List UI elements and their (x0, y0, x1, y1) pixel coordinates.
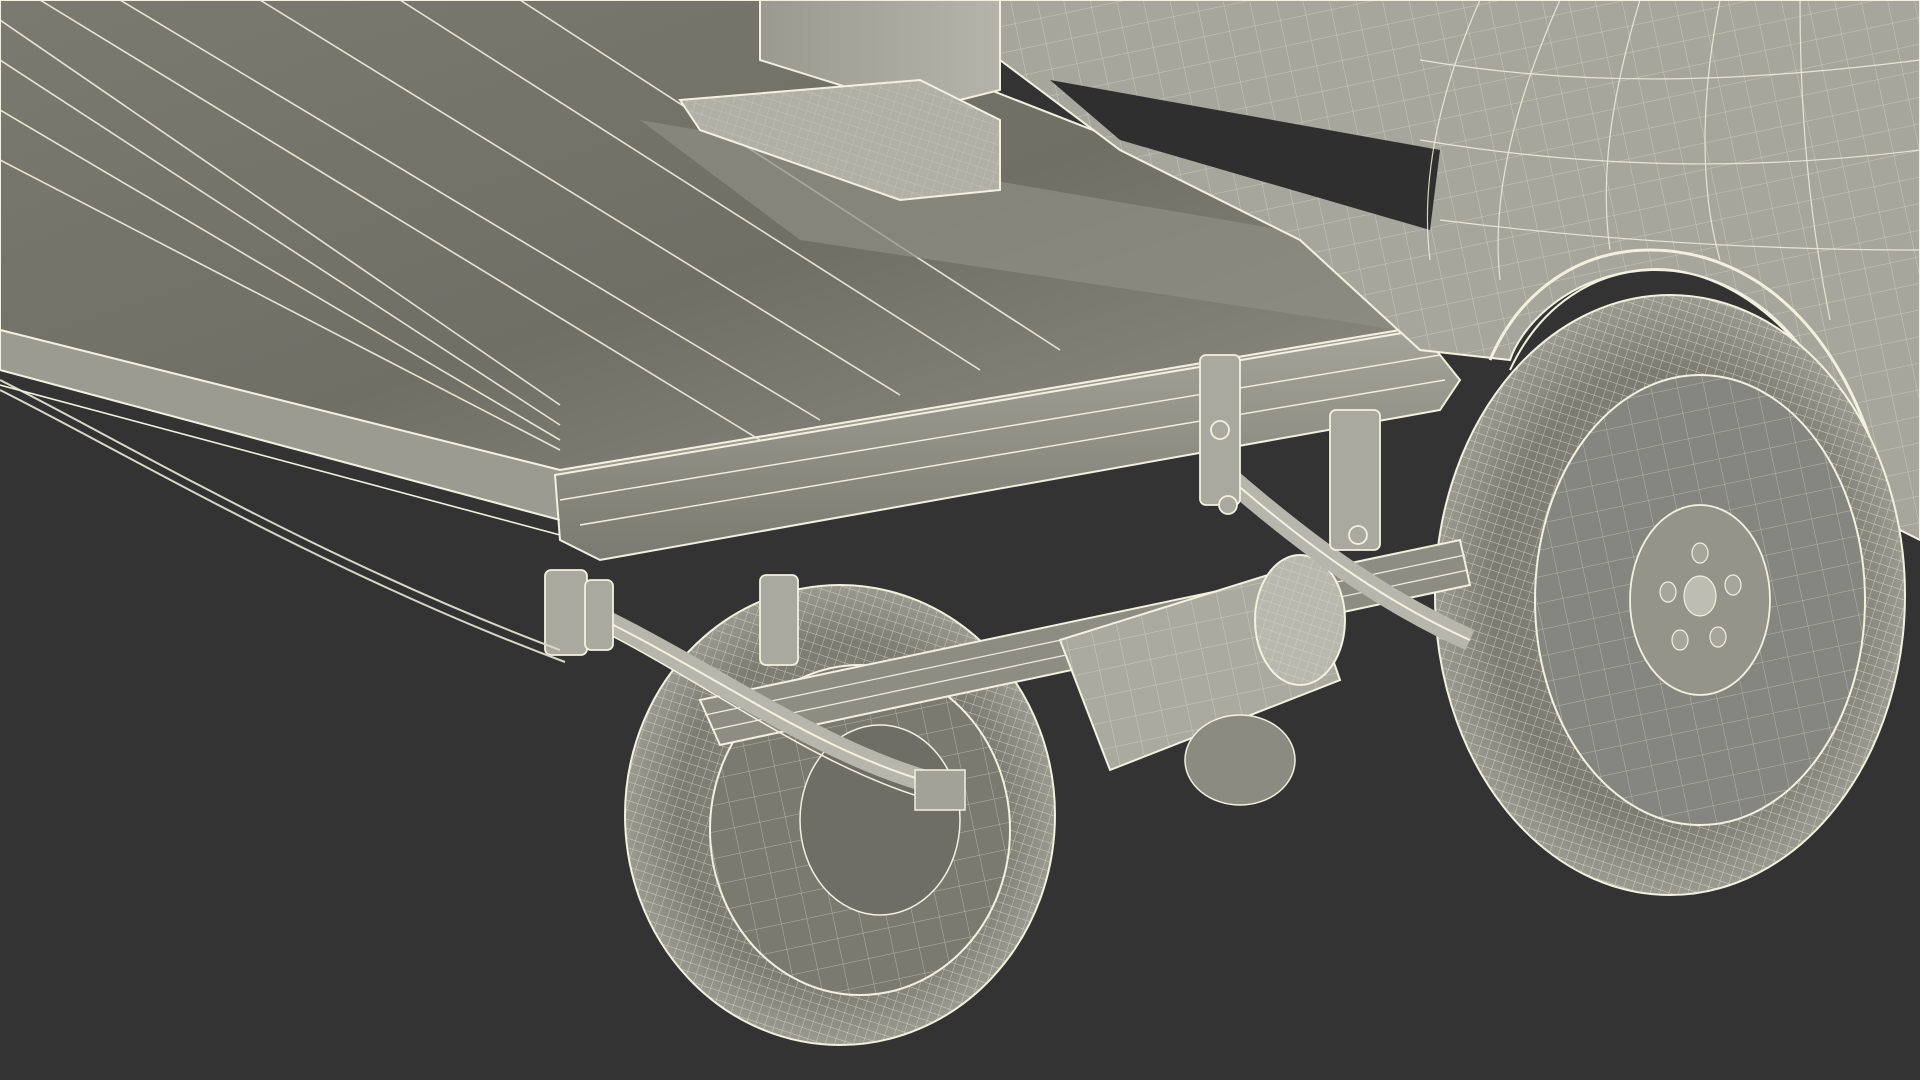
rear-right-wheel (1434, 294, 1906, 896)
truck-wireframe-render (0, 0, 1920, 1080)
render-viewport (0, 0, 1920, 1080)
